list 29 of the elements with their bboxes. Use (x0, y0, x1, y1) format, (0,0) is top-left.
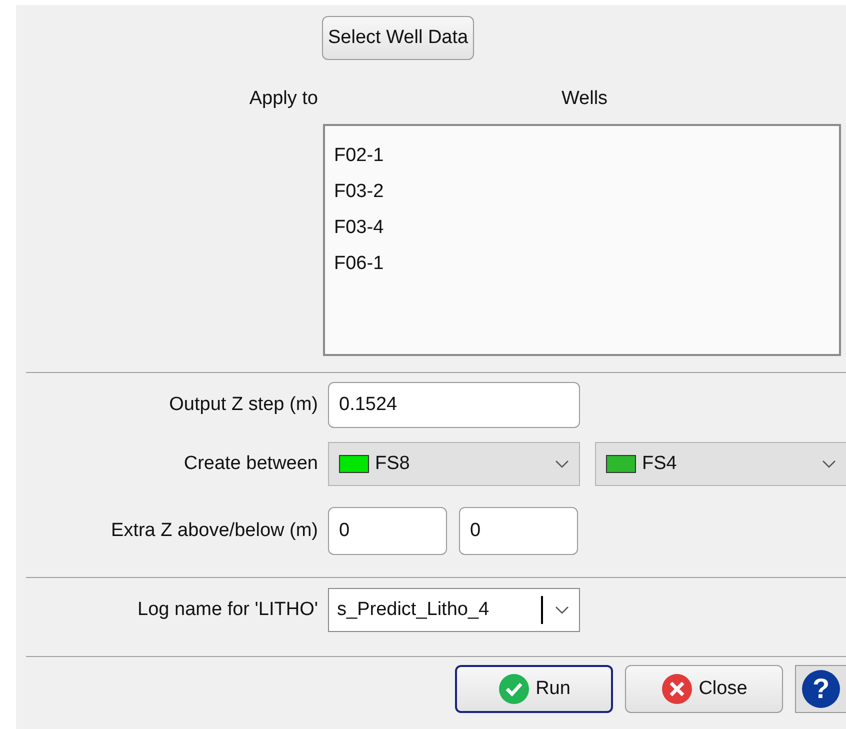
close-button[interactable]: Close (625, 665, 783, 713)
field-label: Extra Z above/below (m) (111, 518, 318, 543)
horizon-dropdown[interactable]: FS4 (595, 442, 846, 486)
well-item[interactable]: F03-4 (334, 210, 384, 246)
well-item[interactable]: F03-2 (334, 174, 384, 210)
check-icon (498, 673, 530, 705)
chevron-icon (822, 460, 836, 468)
field-label: Log name for 'LITHO' (138, 598, 318, 622)
field-label: Apply to (249, 86, 318, 111)
help-button[interactable]: ? (795, 665, 846, 713)
well-item[interactable]: F06-1 (334, 246, 384, 282)
close-icon (660, 673, 693, 705)
extra-z-input[interactable]: 0 (328, 507, 447, 555)
well-item[interactable]: F02-1 (334, 138, 384, 174)
field-label: Output Z step (m) (169, 392, 318, 417)
log-name-value: s_Predict_Litho_4 (337, 596, 543, 624)
chevron-icon (555, 460, 569, 468)
wells-list[interactable]: F02-1 F03-2 F03-4 F06-1 (323, 124, 841, 356)
run-button[interactable]: Run (455, 665, 613, 713)
select-well-data-button[interactable]: Select Well Data (322, 16, 474, 60)
horizon-name: FS8 (375, 452, 411, 476)
horizon-name: FS4 (642, 452, 678, 476)
z-step-input[interactable]: 0.1524 (328, 382, 580, 428)
chevron-icon (555, 606, 569, 614)
field-label: Create between (184, 452, 318, 476)
log-name-combobox[interactable]: s_Predict_Litho_4 (328, 588, 580, 632)
column-header: Wells (561, 86, 608, 111)
extra-z-input[interactable]: 0 (459, 507, 578, 555)
horizon-dropdown[interactable]: FS8 (328, 442, 580, 486)
